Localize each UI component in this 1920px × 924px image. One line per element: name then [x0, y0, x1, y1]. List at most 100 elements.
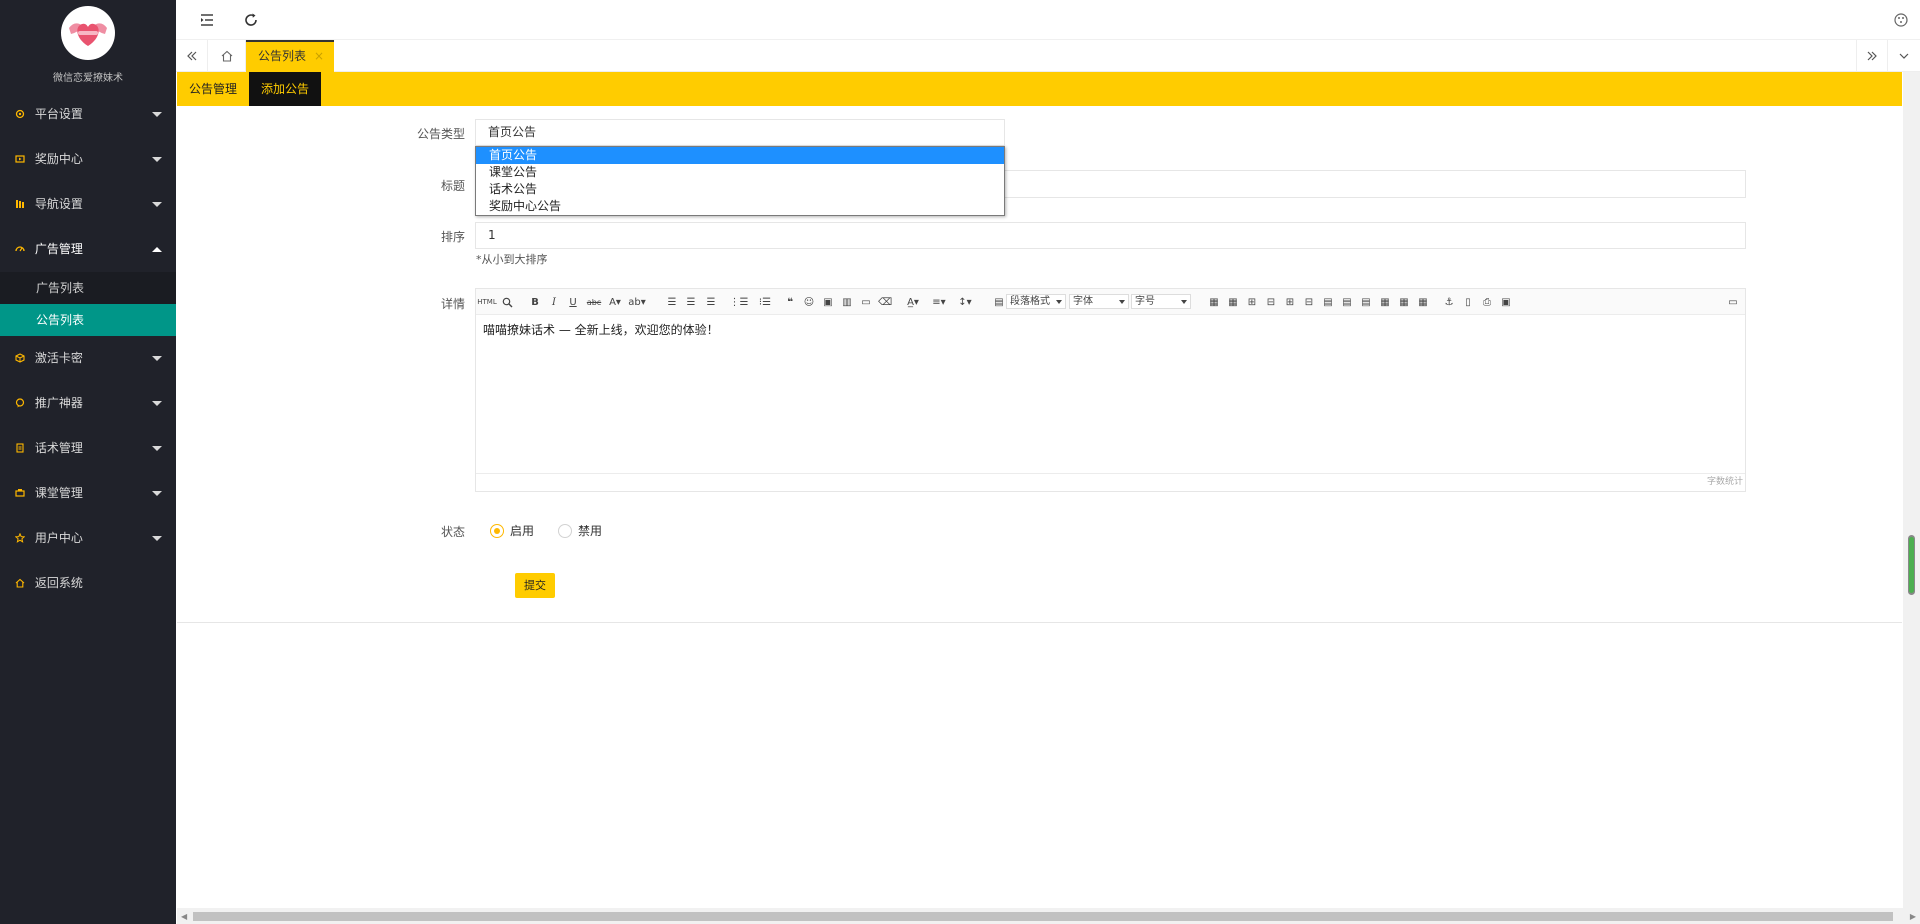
image-icon[interactable]: ▣ [821, 295, 835, 309]
horizontal-scrollbar[interactable]: ◀ ▶ [177, 908, 1920, 924]
radio-checked-icon [490, 523, 504, 538]
split-cells-icon[interactable]: ▦ [1378, 295, 1392, 309]
menu-item-nav-settings[interactable]: 导航设置 [0, 182, 176, 227]
strikethrough-icon[interactable]: abc [587, 295, 601, 309]
menu-label: 话术管理 [34, 441, 83, 455]
submenu-ad-management: 广告列表 公告列表 [0, 272, 176, 336]
tabs-bar: 公告列表 × [176, 40, 1920, 72]
delete-col-icon[interactable]: ⊟ [1302, 295, 1316, 309]
fullscreen-icon[interactable]: ▭ [1726, 295, 1740, 309]
chevron-down-icon [152, 491, 162, 496]
font-color-icon[interactable]: A▾ [608, 295, 622, 309]
font-size-select[interactable]: 字号 [1131, 294, 1191, 309]
quote-icon[interactable]: ❝ [783, 295, 797, 309]
insert-col-icon[interactable]: ⊞ [1283, 295, 1297, 309]
status-disable-radio[interactable]: 禁用 [558, 522, 602, 539]
tabs-scroll-right-icon[interactable] [1856, 40, 1888, 72]
menu-label: 广告管理 [34, 242, 83, 256]
status-enable-radio[interactable]: 启用 [490, 522, 534, 539]
menu-item-class-management[interactable]: 课堂管理 [0, 471, 176, 516]
print-icon[interactable]: ⎙ [1480, 295, 1494, 309]
dropdown-option[interactable]: 课堂公告 [476, 164, 1004, 181]
chevron-down-icon [152, 202, 162, 207]
home-tab-icon[interactable] [208, 40, 246, 72]
subnav-add-notice[interactable]: 添加公告 [249, 72, 322, 106]
source-html-icon[interactable]: HTML [477, 295, 496, 309]
editor-content[interactable]: 喵喵撩妹话术 — 全新上线，欢迎您的体验！ [476, 315, 1745, 473]
notice-type-select[interactable]: 首页公告 [475, 119, 1005, 146]
merge-right-icon[interactable]: ▤ [1340, 295, 1354, 309]
chat-icon [15, 398, 25, 408]
align-right-icon[interactable]: ☰ [704, 295, 718, 309]
video-icon[interactable]: ▥ [840, 295, 854, 309]
tabs-scroll-left-icon[interactable] [176, 40, 208, 72]
doc-icon [15, 443, 25, 453]
preview-icon[interactable]: ▣ [1499, 295, 1513, 309]
dropdown-option[interactable]: 奖励中心公告 [476, 198, 1004, 215]
page-break-icon[interactable]: ▯ [1461, 295, 1475, 309]
dropdown-option[interactable]: 首页公告 [476, 147, 1004, 164]
horizontal-rule-icon[interactable]: ▭ [859, 295, 873, 309]
sidebar-item-ad-list[interactable]: 广告列表 [0, 272, 176, 304]
font-family-text: 字体 [1073, 296, 1093, 307]
line-height-icon[interactable]: ↕▾ [958, 295, 972, 309]
menu-item-back-to-system[interactable]: 返回系统 [0, 561, 176, 606]
sort-input[interactable]: 1 [475, 222, 1746, 249]
font-family-select[interactable]: 字体 [1069, 294, 1129, 309]
chevron-down-icon [1056, 300, 1062, 304]
subnav-notice-management[interactable]: 公告管理 [177, 72, 249, 106]
scroll-left-arrow-icon[interactable]: ◀ [181, 912, 187, 921]
split-rows-icon[interactable]: ▦ [1397, 295, 1411, 309]
tab-notice-list[interactable]: 公告列表 × [246, 40, 334, 72]
bold-icon[interactable]: B [528, 295, 542, 309]
refresh-icon[interactable] [242, 11, 260, 29]
delete-row-icon[interactable]: ⊟ [1264, 295, 1278, 309]
insert-row-icon[interactable]: ⊞ [1245, 295, 1259, 309]
sort-label: 排序 [440, 230, 465, 244]
chevron-down-icon [152, 356, 162, 361]
menu-toggle-icon[interactable] [198, 11, 216, 29]
unordered-list-icon[interactable]: ⁝☰ [758, 295, 772, 309]
gear-icon [15, 109, 25, 119]
align-left-icon[interactable]: ☰ [665, 295, 679, 309]
scroll-right-arrow-icon[interactable]: ▶ [1910, 912, 1916, 921]
radio-unchecked-icon [558, 523, 572, 538]
emoji-icon[interactable]: ☺ [802, 295, 816, 309]
notice-type-dropdown: 首页公告 课堂公告 话术公告 奖励中心公告 [475, 146, 1005, 216]
menu-item-platform-settings[interactable]: 平台设置 [0, 92, 176, 137]
table-props-icon[interactable]: ▦ [1226, 295, 1240, 309]
merge-down-icon[interactable]: ▤ [1359, 295, 1373, 309]
highlight-icon[interactable]: ab▾ [628, 295, 646, 309]
chevron-down-icon[interactable] [1888, 40, 1920, 72]
brand-logo[interactable] [61, 6, 115, 60]
search-icon[interactable] [500, 295, 514, 309]
menu-item-ad-management[interactable]: 广告管理 [0, 227, 176, 272]
split-cols-icon[interactable]: ▦ [1416, 295, 1430, 309]
align-center-icon[interactable]: ☰ [684, 295, 698, 309]
anchor-icon[interactable]: ⚓ [1442, 295, 1456, 309]
paragraph-format-select[interactable]: 段落格式 [1006, 294, 1066, 309]
menu-item-promotion[interactable]: 推广神器 [0, 381, 176, 426]
ordered-list-icon[interactable]: ⋮☰ [730, 295, 749, 309]
menu-item-script-management[interactable]: 话术管理 [0, 426, 176, 471]
table-icon[interactable]: ▦ [1207, 295, 1221, 309]
dropdown-option[interactable]: 话术公告 [476, 181, 1004, 198]
format-painter-icon[interactable]: ▤ [992, 295, 1006, 309]
sidebar-item-notice-list[interactable]: 公告列表 [0, 304, 176, 336]
vertical-scrollbar[interactable] [1903, 72, 1920, 908]
submit-button[interactable]: 提交 [515, 573, 555, 598]
close-icon[interactable]: × [314, 42, 324, 70]
font-size-text: 字号 [1135, 296, 1155, 307]
italic-icon[interactable]: I [547, 295, 561, 309]
scrollbar-thumb[interactable] [1908, 535, 1915, 595]
eraser-icon[interactable]: ⌫ [878, 295, 892, 309]
menu-item-activation-code[interactable]: 激活卡密 [0, 336, 176, 381]
menu-item-reward-center[interactable]: 奖励中心 [0, 137, 176, 182]
underline-icon[interactable]: U [566, 295, 580, 309]
theme-icon[interactable] [1892, 11, 1910, 29]
paragraph-spacing-icon[interactable]: ≡▾ [932, 295, 946, 309]
menu-item-user-center[interactable]: 用户中心 [0, 516, 176, 561]
text-style-icon[interactable]: A̲▾ [906, 295, 920, 309]
scrollbar-thumb[interactable] [193, 912, 1893, 921]
merge-icon[interactable]: ▤ [1321, 295, 1335, 309]
